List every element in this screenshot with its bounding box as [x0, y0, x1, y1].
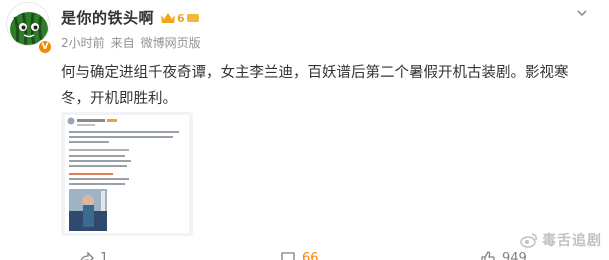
- post-actions: 1 66 949: [0, 250, 609, 260]
- username[interactable]: 是你的铁头啊: [61, 7, 154, 28]
- watermark-text: 毒舌追剧: [542, 233, 602, 249]
- post-content: 何与确定进组千夜奇谭，女主李兰迪，百妖谱后第二个暑假开机古装剧。影视寒冬，开机即…: [61, 65, 569, 107]
- thumbs-up-icon: [481, 251, 495, 260]
- like-button[interactable]: 949: [480, 250, 527, 260]
- vip-badge[interactable]: 6: [160, 11, 200, 25]
- comment-button[interactable]: 66: [280, 250, 319, 260]
- like-count: 949: [502, 250, 527, 260]
- post-meta: 2小时前 来自 微博网页版: [61, 34, 201, 51]
- share-icon: [80, 251, 94, 260]
- post-image-thumbnail[interactable]: [61, 112, 193, 236]
- vip-bar-icon: [187, 13, 200, 22]
- post-source: 微博网页版: [140, 36, 201, 50]
- post-time[interactable]: 2小时前: [61, 34, 105, 51]
- comment-icon: [281, 252, 295, 260]
- weibo-logo-icon: [520, 233, 537, 248]
- embedded-screenshot: [65, 115, 189, 233]
- verified-badge-icon: V: [37, 39, 53, 55]
- watermark: 毒舌追剧: [520, 230, 602, 250]
- vip-level-icon: 6: [177, 12, 185, 24]
- crown-icon: [161, 12, 176, 23]
- svg-text:6: 6: [177, 12, 185, 24]
- comment-count: 66: [302, 250, 319, 260]
- avatar-container[interactable]: V: [6, 2, 53, 55]
- source-prefix: 来自: [110, 36, 135, 50]
- embedded-screenshot-image: [67, 117, 179, 231]
- share-button[interactable]: 1: [78, 250, 108, 260]
- share-count: 1: [100, 250, 109, 260]
- chevron-down-icon[interactable]: [575, 6, 589, 20]
- post-header: 是你的铁头啊 6: [61, 7, 200, 28]
